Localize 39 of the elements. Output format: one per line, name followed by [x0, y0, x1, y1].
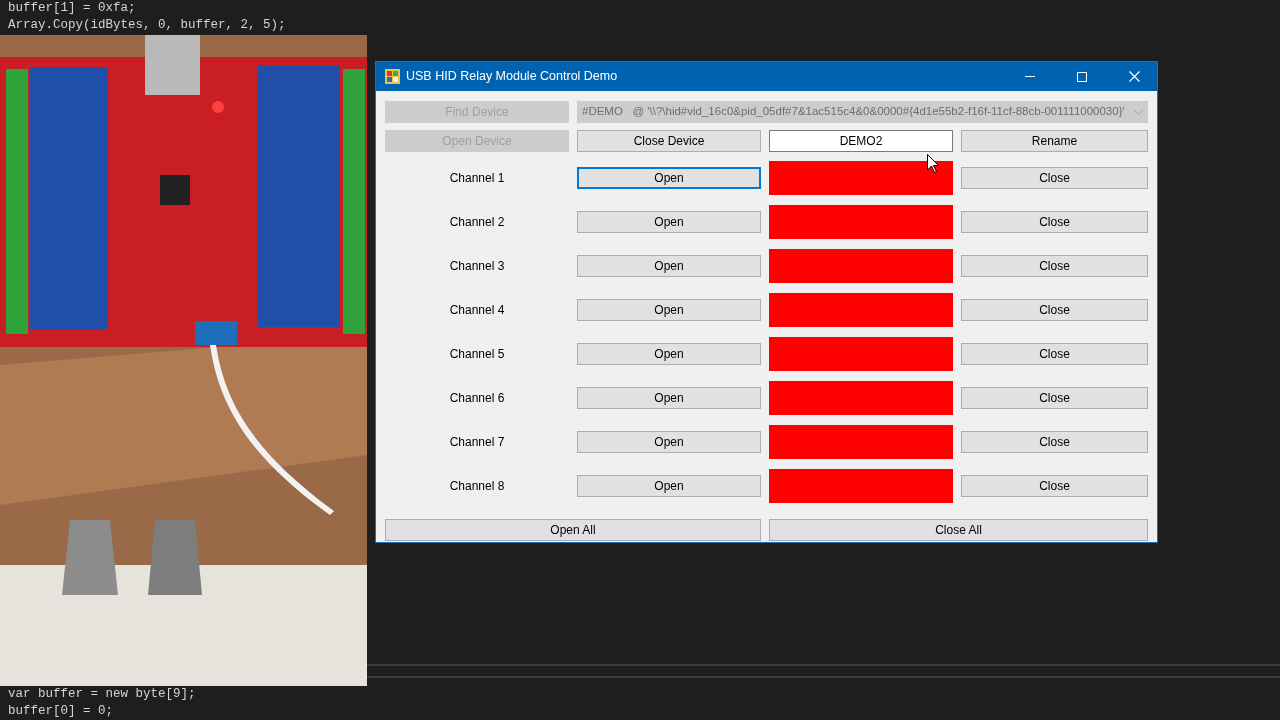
app-icon — [385, 69, 400, 84]
window-title: USB HID Relay Module Control Demo — [406, 68, 619, 86]
minimize-icon — [1025, 76, 1035, 77]
open-button[interactable]: Open — [577, 343, 761, 365]
close-button[interactable]: Close — [961, 343, 1148, 365]
close-button[interactable]: Close — [961, 299, 1148, 321]
open-button[interactable]: Open — [577, 475, 761, 497]
open-button[interactable]: Open — [577, 299, 761, 321]
open-button[interactable]: Open — [577, 387, 761, 409]
close-button[interactable]: Close — [961, 475, 1148, 497]
channel-label: Channel 2 — [448, 214, 506, 231]
close-device-button[interactable]: Close Device — [577, 130, 761, 152]
channel-label: Channel 8 — [448, 478, 506, 495]
close-button[interactable]: Close — [961, 431, 1148, 453]
open-button[interactable]: Open — [577, 255, 761, 277]
close-button[interactable]: Close — [961, 255, 1148, 277]
code-line: buffer[1] = 0xfa; — [8, 0, 137, 17]
channel-label: Channel 5 — [448, 346, 506, 363]
device-name-field[interactable]: DEMO2 — [769, 130, 953, 152]
channel-label: Channel 7 — [448, 434, 506, 451]
cursor-icon — [927, 154, 939, 173]
maximize-icon — [1077, 71, 1087, 82]
code-line: var buffer = new byte[9]; — [8, 686, 196, 703]
close-all-button[interactable]: Close All — [769, 519, 1148, 541]
close-icon — [1128, 71, 1140, 82]
open-button[interactable]: Open — [577, 431, 761, 453]
channel-label: Channel 6 — [448, 390, 506, 407]
channel-label: Channel 1 — [448, 170, 506, 187]
open-button[interactable]: Open — [577, 211, 761, 233]
code-line: buffer[0] = 0; — [8, 703, 115, 720]
open-button[interactable]: Open — [577, 167, 761, 189]
channel-label: Channel 4 — [448, 302, 506, 319]
channel-label: Channel 3 — [448, 258, 506, 275]
close-button[interactable]: Close — [961, 167, 1148, 189]
close-button[interactable]: Close — [961, 211, 1148, 233]
rename-button[interactable]: Rename — [961, 130, 1148, 152]
close-button[interactable]: Close — [961, 387, 1148, 409]
code-line: Array.Copy(idBytes, 0, buffer, 2, 5); — [8, 17, 286, 34]
open-all-button[interactable]: Open All — [385, 519, 761, 541]
